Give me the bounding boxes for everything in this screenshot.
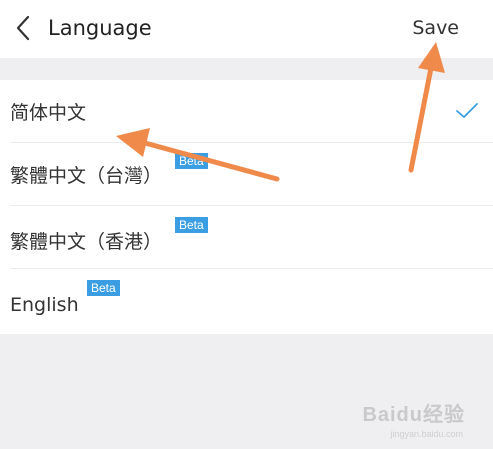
checkmark-icon xyxy=(456,103,478,118)
save-button[interactable]: Save xyxy=(412,14,459,42)
watermark-url: jingyan.baidu.com xyxy=(390,429,463,439)
language-option-en[interactable]: English Beta xyxy=(0,269,493,332)
back-button[interactable] xyxy=(8,12,38,44)
language-option-zh-hans[interactable]: 简体中文 xyxy=(0,80,493,143)
language-label: English xyxy=(10,294,79,316)
beta-badge: Beta xyxy=(175,217,208,233)
beta-badge: Beta xyxy=(87,280,120,296)
language-label: 繁體中文（台灣） xyxy=(10,165,163,187)
language-label: 简体中文 xyxy=(10,102,87,124)
watermark-logo: Baidu经验 xyxy=(362,404,465,426)
language-option-zh-hant-hk[interactable]: 繁體中文（香港） Beta xyxy=(0,206,493,269)
chevron-left-icon xyxy=(16,15,30,41)
beta-badge: Beta xyxy=(175,153,208,169)
language-option-zh-hant-tw[interactable]: 繁體中文（台灣） Beta xyxy=(0,143,493,206)
language-label: 繁體中文（香港） xyxy=(10,231,163,253)
page-title: Language xyxy=(48,16,152,40)
top-bar: Language Save xyxy=(0,0,493,58)
language-list: 简体中文 繁體中文（台灣） Beta 繁體中文（香港） Beta English… xyxy=(0,80,493,334)
